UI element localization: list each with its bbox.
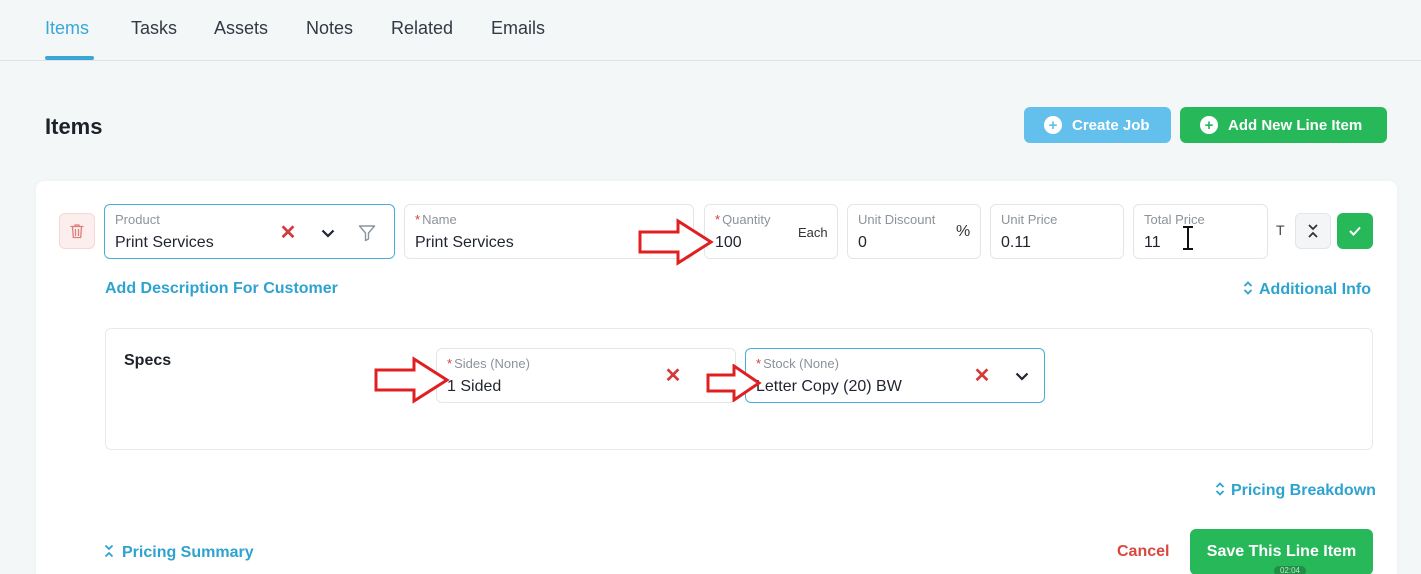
stock-field[interactable]: * Stock (None) Letter Copy (20) BW ✕: [745, 348, 1045, 403]
confirm-button[interactable]: [1337, 213, 1373, 249]
product-label: Product: [115, 212, 160, 227]
annotation-arrow: [638, 218, 714, 266]
page-title: Items: [45, 114, 103, 139]
total-price-field[interactable]: Total Price 11: [1133, 204, 1268, 259]
percent-suffix: %: [956, 223, 971, 240]
unit-discount-field[interactable]: Unit Discount 0 %: [847, 204, 981, 259]
quantity-unit: Each: [798, 225, 828, 240]
create-job-label: Create Job: [1072, 116, 1150, 134]
chevron-down-icon[interactable]: [1011, 366, 1033, 386]
text-cursor-icon: [1183, 226, 1193, 250]
quantity-label: * Quantity: [715, 212, 771, 227]
trash-icon: [70, 224, 84, 239]
collapse-icon: [1308, 224, 1318, 238]
unit-price-value: 0.11: [1001, 234, 1031, 251]
expand-icon: [1243, 281, 1253, 295]
collapse-button[interactable]: [1295, 213, 1331, 249]
product-field[interactable]: Product Print Services ✕: [104, 204, 395, 259]
chevron-down-icon[interactable]: [317, 223, 339, 243]
t-label: T: [1276, 222, 1285, 238]
filter-icon[interactable]: [356, 222, 378, 244]
plus-circle-icon: +: [1200, 116, 1218, 134]
collapse-icon: [104, 544, 114, 558]
specs-title: Specs: [124, 352, 172, 369]
tab-assets[interactable]: Assets: [214, 18, 268, 39]
sides-value: 1 Sided: [447, 378, 502, 395]
tab-tasks[interactable]: Tasks: [131, 18, 177, 39]
cancel-button[interactable]: Cancel: [1117, 543, 1169, 561]
name-label: * Name: [415, 212, 457, 227]
pricing-summary-link[interactable]: Pricing Summary: [104, 543, 254, 562]
sides-field[interactable]: * Sides (None) 1 Sided ✕: [436, 348, 736, 403]
add-line-item-label: Add New Line Item: [1228, 116, 1363, 134]
clear-icon[interactable]: ✕: [972, 366, 992, 386]
active-tab-indicator: [45, 56, 94, 60]
clear-icon[interactable]: ✕: [663, 366, 683, 386]
sides-label: * Sides (None): [447, 356, 530, 371]
plus-circle-icon: +: [1044, 116, 1062, 134]
tab-items[interactable]: Items: [45, 18, 89, 39]
tab-bar: Items Tasks Assets Notes Related Emails: [0, 0, 1421, 61]
add-new-line-item-button[interactable]: + Add New Line Item: [1180, 107, 1387, 143]
delete-line-item-button[interactable]: [59, 213, 95, 249]
annotation-arrow: [706, 364, 762, 402]
check-icon: [1349, 226, 1361, 236]
create-job-button[interactable]: + Create Job: [1024, 107, 1171, 143]
total-price-value: 11: [1144, 234, 1161, 251]
unit-price-label: Unit Price: [1001, 212, 1058, 227]
clear-icon[interactable]: ✕: [278, 223, 298, 243]
tab-emails[interactable]: Emails: [491, 18, 545, 39]
unit-price-field[interactable]: Unit Price 0.11: [990, 204, 1124, 259]
expand-icon: [1215, 482, 1225, 496]
tab-related[interactable]: Related: [391, 18, 453, 39]
additional-info-link[interactable]: Additional Info: [1243, 280, 1371, 299]
tab-notes[interactable]: Notes: [306, 18, 353, 39]
unit-discount-label: Unit Discount: [858, 212, 936, 227]
add-description-link[interactable]: Add Description For Customer: [105, 280, 338, 298]
quantity-value: 100: [715, 234, 742, 251]
name-value: Print Services: [415, 234, 514, 251]
annotation-arrow: [374, 356, 450, 404]
timer-badge: 02:04: [1274, 566, 1306, 574]
stock-label: * Stock (None): [756, 356, 839, 371]
pricing-breakdown-link[interactable]: Pricing Breakdown: [1215, 481, 1376, 500]
quantity-field[interactable]: * Quantity 100 Each: [704, 204, 838, 259]
product-value: Print Services: [115, 234, 214, 251]
unit-discount-value: 0: [858, 234, 867, 251]
stock-value: Letter Copy (20) BW: [756, 378, 902, 395]
